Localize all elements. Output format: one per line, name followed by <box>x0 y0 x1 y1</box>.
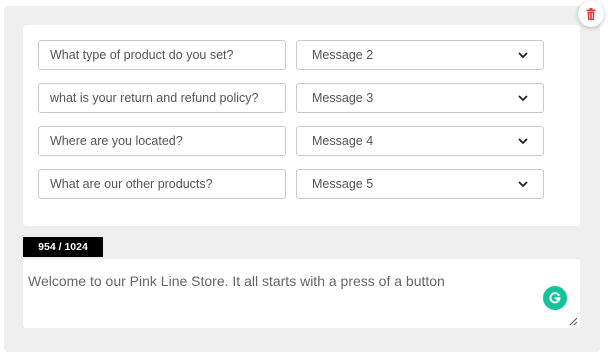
message-select-value: Message 3 <box>312 91 374 105</box>
delete-button[interactable] <box>578 1 604 27</box>
question-input[interactable] <box>38 40 286 70</box>
character-counter: 954 / 1024 <box>23 237 103 257</box>
message-text: Welcome to our Pink Line Store. It all s… <box>28 273 445 289</box>
question-input[interactable] <box>38 169 286 199</box>
question-input[interactable] <box>38 83 286 113</box>
message-select[interactable]: Message 2 <box>296 40 544 70</box>
grammarly-icon <box>549 292 561 304</box>
chevron-down-icon <box>518 137 528 144</box>
message-textarea[interactable]: Welcome to our Pink Line Store. It all s… <box>23 259 580 328</box>
message-select[interactable]: Message 3 <box>296 83 544 113</box>
trash-icon <box>586 8 596 20</box>
message-select[interactable]: Message 5 <box>296 169 544 199</box>
message-select-value: Message 4 <box>312 134 374 148</box>
qa-card: Message 2 Message 3 Message 4 Message 5 <box>23 25 580 226</box>
question-input[interactable] <box>38 126 286 156</box>
chevron-down-icon <box>518 51 528 58</box>
message-select[interactable]: Message 4 <box>296 126 544 156</box>
chevron-down-icon <box>518 94 528 101</box>
resize-grip-icon[interactable] <box>569 317 578 326</box>
message-select-value: Message 5 <box>312 177 374 191</box>
chevron-down-icon <box>518 180 528 187</box>
message-select-value: Message 2 <box>312 48 374 62</box>
grammarly-button[interactable] <box>543 286 567 310</box>
